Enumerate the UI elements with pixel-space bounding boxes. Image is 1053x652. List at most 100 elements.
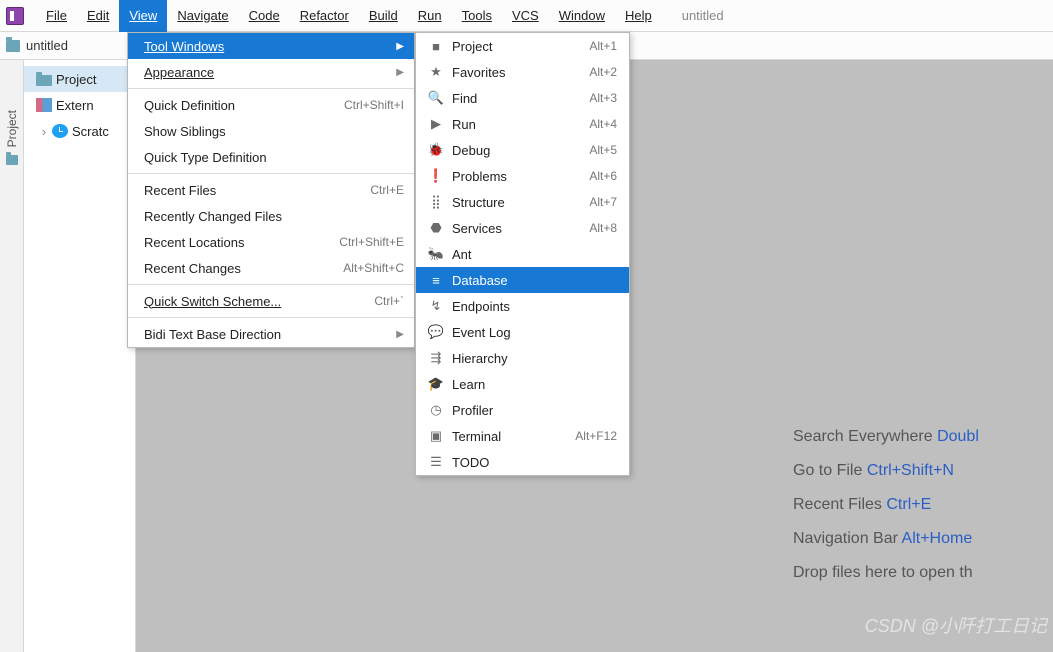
eventlog-icon: 💬 (426, 324, 446, 340)
shortcut: Alt+8 (589, 221, 617, 235)
tw-structure[interactable]: ⣿StructureAlt+7 (416, 189, 629, 215)
folder-icon (6, 40, 20, 52)
tw-profiler[interactable]: ◷Profiler (416, 397, 629, 423)
menu-label: Debug (446, 143, 569, 158)
menu-edit[interactable]: Edit (77, 0, 119, 32)
menu-view[interactable]: View (119, 0, 167, 32)
menu-label: Find (446, 91, 569, 106)
menu-label: Favorites (446, 65, 569, 80)
todo-icon: ☰ (426, 454, 446, 470)
menu-quick-type-definition[interactable]: Quick Type Definition (128, 144, 414, 170)
tree-label: Project (56, 72, 96, 87)
menu-navigate[interactable]: Navigate (167, 0, 238, 32)
menu-tools[interactable]: Tools (452, 0, 502, 32)
library-icon (36, 98, 52, 112)
tw-terminal[interactable]: ▣Terminal Alt+F12 (416, 423, 629, 449)
tw-endpoints[interactable]: ↯Endpoints (416, 293, 629, 319)
tw-hierarchy[interactable]: ⇶Hierarchy (416, 345, 629, 371)
tw-database[interactable]: ≡Database (416, 267, 629, 293)
tw-debug[interactable]: 🐞Debug Alt+5 (416, 137, 629, 163)
menu-run[interactable]: Run (408, 0, 452, 32)
menu-label: TODO (446, 455, 597, 470)
tree-scratches[interactable]: › Scratc (24, 118, 135, 144)
welcome-line: Recent Files Ctrl+E (793, 488, 1053, 522)
menu-recent-locations[interactable]: Recent LocationsCtrl+Shift+E (128, 229, 414, 255)
welcome-line: Drop files here to open th (793, 556, 1053, 590)
menu-code[interactable]: Code (239, 0, 290, 32)
separator (128, 88, 414, 89)
shortcut: Alt+3 (589, 91, 617, 105)
tw-project[interactable]: ■ProjectAlt+1 (416, 33, 629, 59)
left-gutter: Project (0, 60, 24, 652)
welcome-line: Search Everywhere Doubl (793, 420, 1053, 454)
database-icon: ≡ (426, 273, 446, 288)
project-icon: ■ (426, 39, 446, 54)
menu-appearance[interactable]: Appearance▶ (128, 59, 414, 85)
tool-windows-submenu: ■ProjectAlt+1★FavoritesAlt+2 🔍Find Alt+3 ▶R… (415, 32, 630, 476)
tw-run[interactable]: ▶Run Alt+4 (416, 111, 629, 137)
tw-favorites[interactable]: ★FavoritesAlt+2 (416, 59, 629, 85)
problems-icon: ❗ (426, 168, 446, 184)
learn-icon: 🎓 (426, 376, 446, 392)
menu-tool-windows[interactable]: Tool Windows▶ (128, 33, 414, 59)
menu-help[interactable]: Help (615, 0, 662, 32)
shortcut: Alt+4 (589, 117, 617, 131)
tree-external-libraries[interactable]: Extern (24, 92, 135, 118)
menu-show-siblings[interactable]: Show Siblings (128, 118, 414, 144)
menu-label: Structure (446, 195, 569, 210)
services-icon: ⬣ (426, 220, 446, 236)
menu-label: Learn (446, 377, 597, 392)
tw-find[interactable]: 🔍Find Alt+3 (416, 85, 629, 111)
tw-services[interactable]: ⬣ServicesAlt+8 (416, 215, 629, 241)
menu-window[interactable]: Window (549, 0, 615, 32)
ant-icon: 🐜 (426, 246, 446, 262)
folder-icon (36, 75, 52, 86)
run-icon: ▶ (426, 116, 446, 132)
shortcut: Alt+5 (589, 143, 617, 157)
project-tree: Project Extern › Scratc (24, 60, 136, 652)
menu-recent-changes[interactable]: Recent ChangesAlt+Shift+C (128, 255, 414, 281)
separator (128, 317, 414, 318)
breadcrumb[interactable]: untitled (26, 38, 68, 53)
separator (128, 284, 414, 285)
menu-bidi[interactable]: Bidi Text Base Direction▶ (128, 321, 414, 347)
shortcut: Alt+F12 (575, 429, 617, 443)
menu-vcs[interactable]: VCS (502, 0, 549, 32)
welcome-hints: Search Everywhere DoublGo to File Ctrl+S… (793, 420, 1053, 590)
menu-recently-changed-files[interactable]: Recently Changed Files (128, 203, 414, 229)
gutter-project-tab[interactable]: Project (5, 110, 19, 147)
endpoints-icon: ↯ (426, 298, 446, 314)
expand-icon[interactable]: › (36, 124, 52, 139)
welcome-line: Go to File Ctrl+Shift+N (793, 454, 1053, 488)
watermark: CSDN @小阡打工日记 (865, 612, 1047, 638)
menu-label: Profiler (446, 403, 597, 418)
menu-quick-switch-scheme[interactable]: Quick Switch Scheme...Ctrl+` (128, 288, 414, 314)
tw-learn[interactable]: 🎓Learn (416, 371, 629, 397)
terminal-icon: ▣ (426, 428, 446, 444)
shortcut: Alt+7 (589, 195, 617, 209)
menubar: File Edit View Navigate Code Refactor Bu… (0, 0, 1053, 32)
menu-build[interactable]: Build (359, 0, 408, 32)
favorites-icon: ★ (426, 64, 446, 80)
tw-problems[interactable]: ❗ProblemsAlt+6 (416, 163, 629, 189)
debug-icon: 🐞 (426, 142, 446, 158)
folder-icon (6, 155, 18, 165)
menu-label: Hierarchy (446, 351, 597, 366)
tree-project[interactable]: Project (24, 66, 135, 92)
menu-label: Problems (446, 169, 569, 184)
menu-label: Project (446, 39, 569, 54)
find-icon: 🔍 (426, 90, 446, 106)
menu-label: Database (446, 273, 597, 288)
hierarchy-icon: ⇶ (426, 350, 446, 366)
tw-todo[interactable]: ☰TODO (416, 449, 629, 475)
view-menu-dropdown: Tool Windows▶ Appearance▶ Quick Definiti… (127, 32, 415, 348)
menu-quick-definition[interactable]: Quick DefinitionCtrl+Shift+I (128, 92, 414, 118)
menu-refactor[interactable]: Refactor (290, 0, 359, 32)
separator (128, 173, 414, 174)
tw-ant[interactable]: 🐜Ant (416, 241, 629, 267)
menu-file[interactable]: File (36, 0, 77, 32)
menu-label: Run (446, 117, 569, 132)
menu-recent-files[interactable]: Recent FilesCtrl+E (128, 177, 414, 203)
tw-event-log[interactable]: 💬Event Log (416, 319, 629, 345)
menu-label: Terminal (446, 429, 555, 444)
